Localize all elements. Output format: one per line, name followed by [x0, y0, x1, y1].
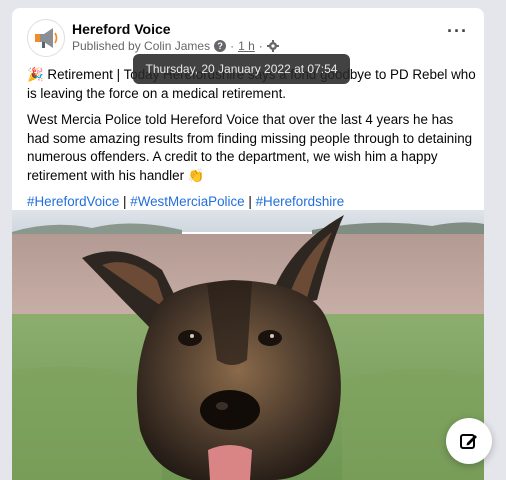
dog-photo — [12, 210, 484, 480]
hashtag-separator: | — [248, 194, 252, 209]
post-body: 🎉 Retirement | Today Herefordshire says … — [27, 66, 477, 220]
hashtag-herefordshire[interactable]: #Herefordshire — [256, 194, 345, 209]
hashtag-separator: | — [123, 194, 127, 209]
post-time[interactable]: 1 h — [238, 39, 255, 53]
edit-post-icon — [460, 434, 477, 449]
meta-dot: · — [230, 39, 235, 53]
paragraph-2-text: West Mercia Police told Hereford Voice t… — [27, 112, 473, 183]
party-popper-emoji: 🎉 — [27, 67, 44, 82]
hashtag-westmerciapolice[interactable]: #WestMerciaPolice — [130, 194, 244, 209]
megaphone-logo-icon — [35, 28, 58, 48]
clapping-emoji: 👏 — [187, 167, 205, 183]
post-photo[interactable] — [12, 210, 484, 480]
question-circle-icon[interactable]: ? — [214, 40, 227, 52]
page-avatar[interactable] — [27, 19, 65, 57]
post-meta: Published by Colin James ? · 1 h · — [72, 39, 279, 53]
more-options-icon[interactable]: ··· — [447, 22, 468, 40]
gear-icon[interactable] — [266, 40, 279, 52]
hashtags: #HerefordVoice | #WestMerciaPolice | #He… — [27, 193, 477, 212]
meta-dot-2: · — [258, 39, 263, 53]
timestamp-tooltip: Thursday, 20 January 2022 at 07:54 — [133, 54, 350, 84]
published-by[interactable]: Published by Colin James — [72, 39, 210, 53]
edit-post-button[interactable] — [446, 418, 492, 464]
page-name[interactable]: Hereford Voice — [72, 21, 171, 37]
post-paragraph-2: West Mercia Police told Hereford Voice t… — [27, 111, 477, 185]
hashtag-herefordvoice[interactable]: #HerefordVoice — [27, 194, 119, 209]
